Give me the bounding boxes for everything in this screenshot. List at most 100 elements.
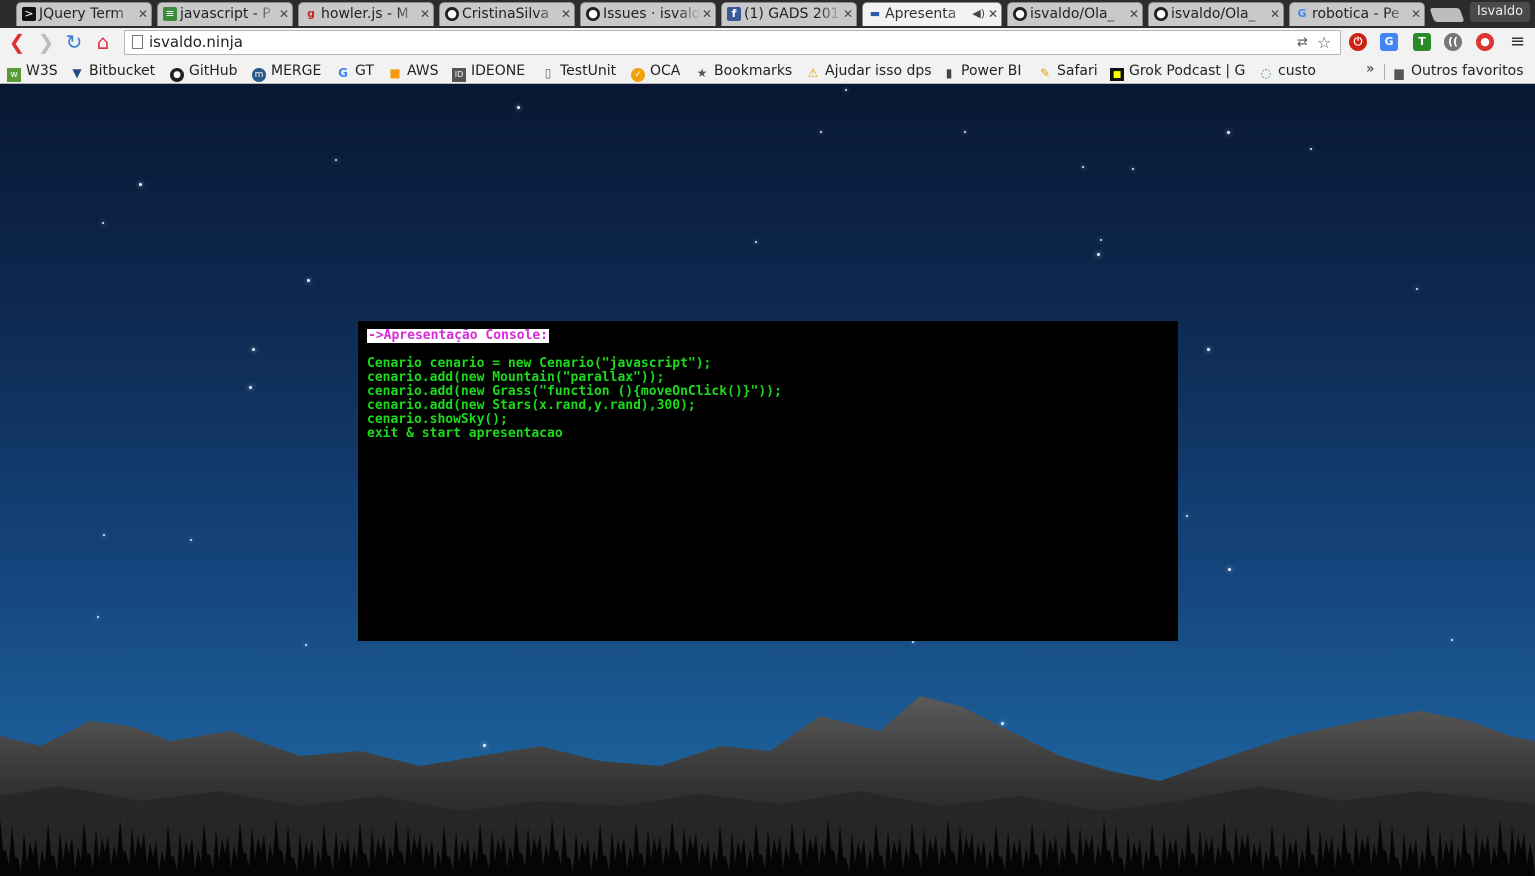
bookmark-ideone[interactable]: ID IDEONE [452,61,525,82]
address-bar[interactable]: isvaldo.ninja ⇄ ☆ [124,30,1341,55]
browser-chrome: > JQuery Term ✕ ≡ javascript - P ✕ g how… [0,0,1535,84]
bookmark-grok-podcast[interactable]: ■ Grok Podcast | Gr [1110,61,1246,81]
tab-isvaldo-ola-2[interactable]: ● isvaldo/Ola_ ✕ [1148,2,1284,26]
ideone-icon: ID [452,68,466,82]
console-line: cenario.add(new Mountain("parallax")); [367,370,665,385]
home-button[interactable]: ⌂ [92,31,114,53]
tab-apresentacao[interactable]: ▬ Apresenta ◀) ✕ [862,2,1002,26]
tab-javascript[interactable]: ≡ javascript - P ✕ [157,2,293,26]
tab-howler[interactable]: g howler.js - M ✕ [298,2,434,26]
profile-button[interactable]: Isvaldo [1470,2,1530,22]
star [252,348,255,351]
warning-icon: ⚠ [807,66,819,80]
star [912,641,914,643]
bitbucket-icon: ▼ [72,66,82,80]
close-icon[interactable]: ✕ [279,3,289,25]
google-translate-icon[interactable]: G [1380,33,1398,51]
star [190,539,192,541]
tab-title: JQuery Term [39,6,125,22]
google-icon: G [1297,7,1307,20]
close-icon[interactable]: ✕ [843,3,853,25]
safari-icon: ✎ [1039,66,1051,80]
github-icon: ● [445,7,459,21]
bookmark-aws[interactable]: ■ AWS [388,61,438,81]
close-icon[interactable]: ✕ [420,3,430,25]
star [1100,239,1102,241]
star-icon: ★ [696,66,708,80]
star [845,89,847,91]
star [964,131,966,133]
bookmark-star-icon[interactable]: ☆ [1317,33,1331,52]
console-line: exit & start apresentacao [367,426,563,441]
bookmark-bookmarks[interactable]: ★ Bookmarks [695,61,793,81]
tab-title: isvaldo/Ola_ [1171,6,1256,22]
bookmark-testunit[interactable]: ▯ TestUnit [541,61,616,81]
bookmark-w3s[interactable]: w W3S [7,61,58,82]
star [249,386,252,389]
translate-icon[interactable]: ⇄ [1297,35,1308,50]
bookmark-bitbucket[interactable]: ▼ Bitbucket [70,61,155,81]
tab-gads[interactable]: f (1) GADS 201 ✕ [721,2,857,26]
cast-icon[interactable]: (( [1444,33,1462,51]
console-prompt: ->Apresentação Console: [367,328,550,343]
star [335,159,337,161]
close-icon[interactable]: ✕ [1270,3,1280,25]
presentation-console[interactable]: ->Apresentação Console: Cenario cenario … [358,321,1178,641]
star [97,616,99,618]
tomato-icon[interactable]: ● [1476,33,1494,51]
bookmark-oca[interactable]: ✓ OCA [631,61,680,82]
google-translate-icon: G [338,66,348,80]
bookmark-merge[interactable]: m MERGE [252,61,321,82]
toolbar: ❮ ❯ ↻ ⌂ isvaldo.ninja ⇄ ☆ ⏻ G T (( ● ≡ [0,28,1535,58]
bookmark-other-favorites[interactable]: ▆ Outros favoritos [1392,61,1523,81]
star [307,279,310,282]
close-icon[interactable]: ✕ [1411,3,1421,25]
bookmark-custo[interactable]: ◌ custo [1259,61,1316,81]
speaker-icon[interactable]: ◀) [972,3,985,25]
bookmarks-overflow-button[interactable]: » [1366,61,1375,77]
star [820,131,822,133]
bookmark-safari[interactable]: ✎ Safari [1038,61,1098,81]
trello-icon[interactable]: T [1413,33,1431,51]
star [1451,639,1453,641]
tab-jquery-terminal[interactable]: > JQuery Term ✕ [16,2,152,26]
tab-cristinasilva[interactable]: ● CristinaSilva ✕ [439,2,575,26]
star [102,222,104,224]
page-icon [132,35,143,49]
mountain-silhouette [0,696,1535,876]
close-icon[interactable]: ✕ [561,3,571,25]
tab-robotica[interactable]: G robotica - Pe ✕ [1289,2,1425,26]
back-button[interactable]: ❮ [6,31,28,53]
console-line: cenario.add(new Stars(x.rand,y.rand),300… [367,398,696,413]
star [305,644,307,646]
tab-isvaldo-ola-1[interactable]: ● isvaldo/Ola_ ✕ [1007,2,1143,26]
bookmark-ajudar[interactable]: ⚠ Ajudar isso dps [806,61,932,81]
tab-issues[interactable]: ● Issues · isvald ✕ [580,2,716,26]
aws-icon: ■ [389,66,401,80]
bookmark-github[interactable]: ● GitHub [170,61,238,82]
refresh-icon: ◌ [1260,66,1272,80]
star [139,183,142,186]
close-icon[interactable]: ✕ [1129,3,1139,25]
star [1082,166,1084,168]
console-line: cenario.showSky(); [367,412,508,427]
ublock-icon[interactable]: ⏻ [1349,33,1367,51]
menu-icon[interactable]: ≡ [1510,31,1525,52]
terminal-icon: > [22,7,36,21]
close-icon[interactable]: ✕ [988,3,998,25]
new-tab-button[interactable] [1429,8,1465,22]
close-icon[interactable]: ✕ [138,3,148,25]
bookmarks-bar: w W3S ▼ Bitbucket ● GitHub m MERGE G GT ■ AWS … [0,58,1535,84]
bookmark-powerbi[interactable]: ▮ Power BI [942,61,1022,81]
bookmark-gt[interactable]: G GT [336,61,374,81]
page-canvas[interactable]: ->Apresentação Console: Cenario cenario … [0,84,1535,876]
forward-button[interactable]: ❯ [35,31,57,53]
github-icon: ● [1154,7,1168,21]
page-icon: ▬ [869,7,881,20]
close-icon[interactable]: ✕ [702,3,712,25]
reload-button[interactable]: ↻ [63,31,85,53]
page-icon: ▯ [544,66,552,80]
tab-title: isvaldo/Ola_ [1030,6,1115,22]
star [1310,148,1312,150]
console-line: Cenario cenario = new Cenario("javascrip… [367,356,712,371]
